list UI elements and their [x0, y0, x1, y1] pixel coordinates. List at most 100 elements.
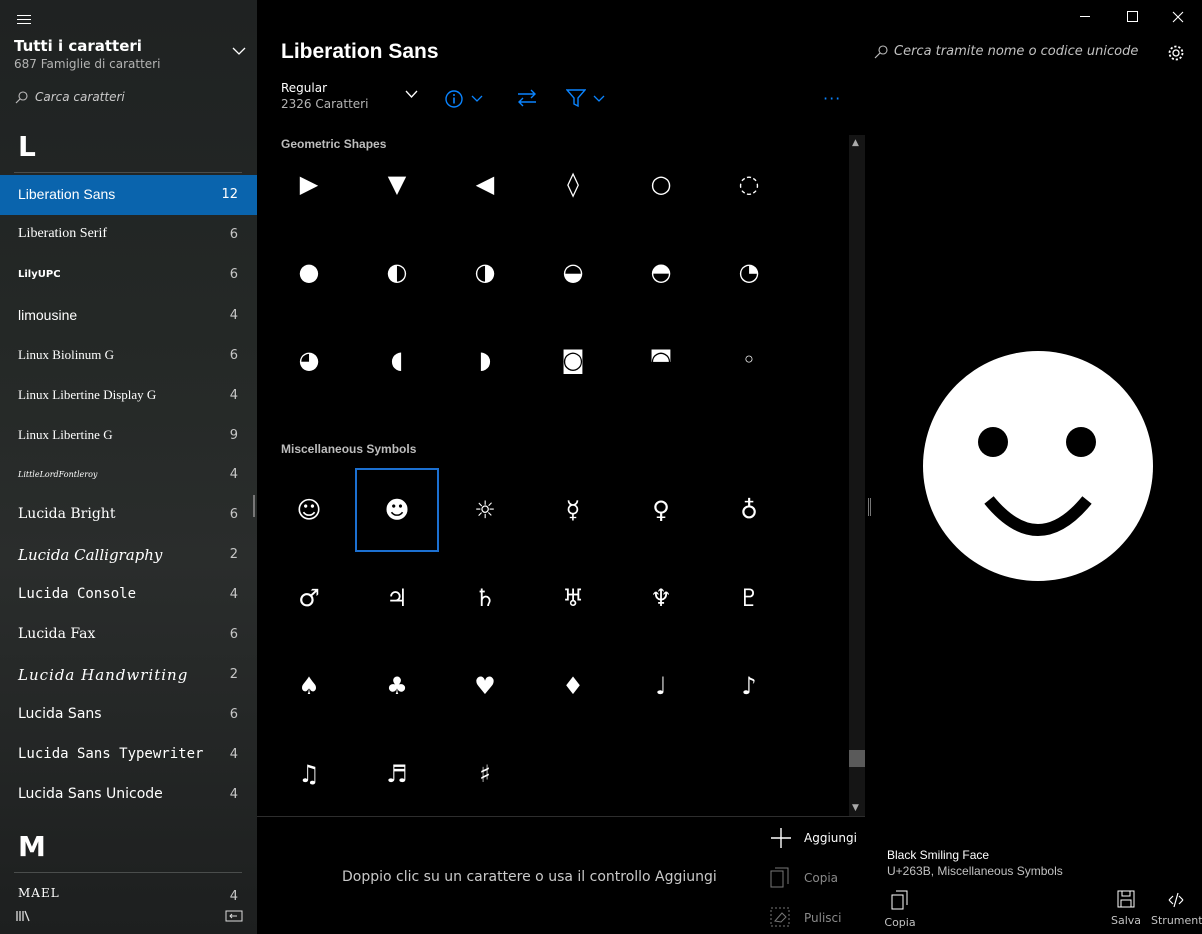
glyph-cell[interactable]: ◕	[267, 318, 351, 402]
font-list-item[interactable]: LilyUPC 6	[0, 255, 257, 295]
sidebar-scrollbar[interactable]	[253, 495, 255, 517]
glyph-cell[interactable]: ♄	[443, 556, 527, 640]
glyph-cell[interactable]: ◦	[707, 318, 791, 402]
collapse-pane-icon[interactable]	[225, 910, 243, 922]
font-list-item[interactable]: Liberation Serif 6	[0, 215, 257, 255]
glyph-cell[interactable]: ◓	[619, 230, 703, 314]
more-options-button[interactable]: ···	[823, 89, 841, 108]
glyph-cell[interactable]: ○	[619, 142, 703, 226]
sidebar: Tutti i caratteri 687 Famiglie di caratt…	[0, 0, 257, 934]
glyph-cell[interactable]: ●	[267, 230, 351, 314]
font-list-item[interactable]: limousine 4	[0, 296, 257, 336]
glyph-cell[interactable]: ◌	[707, 142, 791, 226]
copy-button[interactable]: Copia	[804, 871, 838, 885]
font-style-name[interactable]: Regular	[281, 81, 327, 95]
glyph-cell[interactable]: ♫	[267, 732, 351, 816]
glyph-cell[interactable]: ◒	[531, 230, 615, 314]
glyph-cell[interactable]: ☼	[443, 468, 527, 552]
glyph-cell[interactable]: ☿	[531, 468, 615, 552]
font-list-item[interactable]: Lucida Sans Unicode 4	[0, 775, 257, 815]
copy-char-button[interactable]: Copia	[880, 890, 920, 929]
glyph-cell[interactable]: ☻	[355, 468, 439, 552]
divider	[14, 872, 242, 873]
font-list-item[interactable]: Lucida Sans Typewriter 4	[0, 735, 257, 775]
font-list-item[interactable]: Lucida Fax 6	[0, 615, 257, 655]
library-icon[interactable]	[16, 910, 30, 922]
scroll-down-icon[interactable]: ▼	[852, 803, 859, 813]
glyph-cell[interactable]: ♁	[707, 468, 791, 552]
minimize-icon[interactable]	[1080, 16, 1090, 17]
glyph-cell[interactable]: ◙	[531, 318, 615, 402]
chevron-down-icon[interactable]	[471, 95, 483, 103]
glyph-cell[interactable]: ♥	[443, 644, 527, 728]
glyph-cell[interactable]: ♠	[267, 644, 351, 728]
letter-header-l[interactable]: L	[18, 130, 36, 163]
filter-icon[interactable]	[566, 89, 586, 108]
maximize-icon[interactable]	[1127, 11, 1138, 22]
glyph-cell[interactable]: ♀	[619, 468, 703, 552]
glyph-cell[interactable]: ▼	[355, 142, 439, 226]
glyph-cell[interactable]: ◚	[619, 318, 703, 402]
font-list-item[interactable]: Lucida Sans 6	[0, 695, 257, 735]
font-name: Lucida Console	[18, 586, 137, 602]
scrollbar-thumb[interactable]	[849, 750, 865, 767]
font-style-count: 9	[229, 428, 238, 443]
glyph-cell[interactable]: ◊	[531, 142, 615, 226]
font-name: limousine	[18, 307, 78, 323]
glyph-cell[interactable]: ♪	[707, 644, 791, 728]
font-list-item[interactable]: Lucida Handwriting 2	[0, 655, 257, 695]
letter-header-m[interactable]: M	[18, 830, 46, 863]
hint-text: Doppio clic su un carattere o usa il con…	[342, 869, 717, 885]
unicode-search-input[interactable]	[894, 44, 1154, 59]
add-icon[interactable]	[770, 827, 792, 849]
glyph-cell[interactable]: ♬	[355, 732, 439, 816]
font-list-item[interactable]: Lucida Bright 6	[0, 495, 257, 535]
copy-icon[interactable]	[770, 867, 790, 889]
font-list-item[interactable]: Lucida Calligraphy 2	[0, 535, 257, 575]
font-list-item[interactable]: Linux Biolinum G 6	[0, 336, 257, 376]
chevron-down-icon[interactable]	[232, 46, 246, 56]
pane-splitter[interactable]	[868, 498, 871, 516]
glyph-cell[interactable]: ▶	[267, 142, 351, 226]
font-collection-title[interactable]: Tutti i caratteri	[14, 37, 142, 55]
save-button[interactable]: Salva	[1106, 890, 1146, 927]
glyph-cell[interactable]: ♆	[619, 556, 703, 640]
chevron-down-icon[interactable]	[593, 95, 605, 103]
font-style-count: 4	[229, 388, 238, 403]
scroll-up-icon[interactable]: ▲	[852, 138, 859, 148]
glyph-cell[interactable]: ♂	[267, 556, 351, 640]
chevron-down-icon[interactable]	[405, 90, 418, 98]
glyph-cell[interactable]: ♩	[619, 644, 703, 728]
glyph-cell[interactable]: ♅	[531, 556, 615, 640]
font-list-item[interactable]: Linux Libertine G 9	[0, 416, 257, 456]
font-list-item[interactable]: LittleLordFontleroy 4	[0, 455, 257, 495]
info-icon[interactable]	[444, 89, 464, 109]
font-name: Lucida Handwriting	[18, 666, 189, 684]
glyph-cell[interactable]: ◗	[443, 318, 527, 402]
font-list-item[interactable]: Lucida Console 4	[0, 575, 257, 615]
font-list-item[interactable]: MAEL 4	[0, 876, 257, 906]
font-list-item[interactable]: Linux Libertine Display G 4	[0, 376, 257, 416]
clear-button[interactable]: Pulisci	[804, 911, 841, 925]
glyph-cell[interactable]: ♃	[355, 556, 439, 640]
glyph-cell[interactable]: ◐	[355, 230, 439, 314]
glyph-cell[interactable]: ♣	[355, 644, 439, 728]
font-search-input[interactable]	[35, 90, 235, 104]
glyph-cell[interactable]: ♦	[531, 644, 615, 728]
glyph-cell[interactable]: ◑	[443, 230, 527, 314]
glyph-cell[interactable]: ◖	[355, 318, 439, 402]
glyph-cell[interactable]: ♯	[443, 732, 527, 816]
glyph-scrollbar[interactable]: ▲ ▼	[849, 135, 865, 816]
glyph-cell[interactable]: ☺	[267, 468, 351, 552]
glyph-cell[interactable]: ◔	[707, 230, 791, 314]
font-list-item[interactable]: Liberation Sans 12	[0, 175, 257, 215]
hamburger-menu-icon[interactable]	[17, 12, 31, 27]
tools-button[interactable]: Strumenti	[1151, 890, 1202, 927]
glyph-cell[interactable]: ◀	[443, 142, 527, 226]
swap-icon[interactable]	[516, 89, 538, 107]
gear-icon[interactable]	[1167, 44, 1185, 62]
eraser-icon[interactable]	[770, 907, 790, 927]
add-button[interactable]: Aggiungi	[804, 831, 857, 845]
glyph-cell[interactable]: ♇	[707, 556, 791, 640]
close-icon[interactable]	[1172, 11, 1184, 23]
